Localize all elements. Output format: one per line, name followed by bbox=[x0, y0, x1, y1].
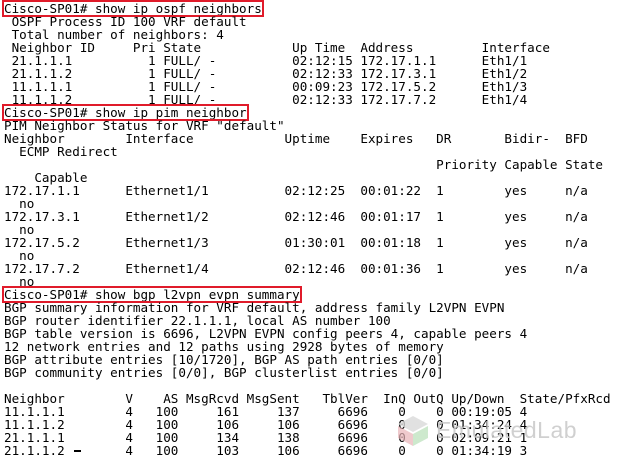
terminal-output[interactable]: Cisco-SP01# show ip ospf neighbors OSPF … bbox=[0, 0, 644, 459]
output-line: Priority Capable State bbox=[4, 157, 603, 172]
output-line: 21.1.1.2 4 100 103 106 6696 0 0 01:34:19… bbox=[4, 443, 528, 458]
terminal-cursor bbox=[74, 450, 81, 452]
output-line: 172.17.7.2 Ethernet1/4 02:12:46 00:01:36… bbox=[4, 261, 588, 276]
output-line: BGP community entries [0/0], BGP cluster… bbox=[4, 365, 444, 380]
output-line: 172.17.1.1 Ethernet1/1 02:12:25 00:01:22… bbox=[4, 183, 588, 198]
output-line: 172.17.3.1 Ethernet1/2 02:12:46 00:01:17… bbox=[4, 209, 588, 224]
output-line: 172.17.5.2 Ethernet1/3 01:30:01 00:01:18… bbox=[4, 235, 588, 250]
